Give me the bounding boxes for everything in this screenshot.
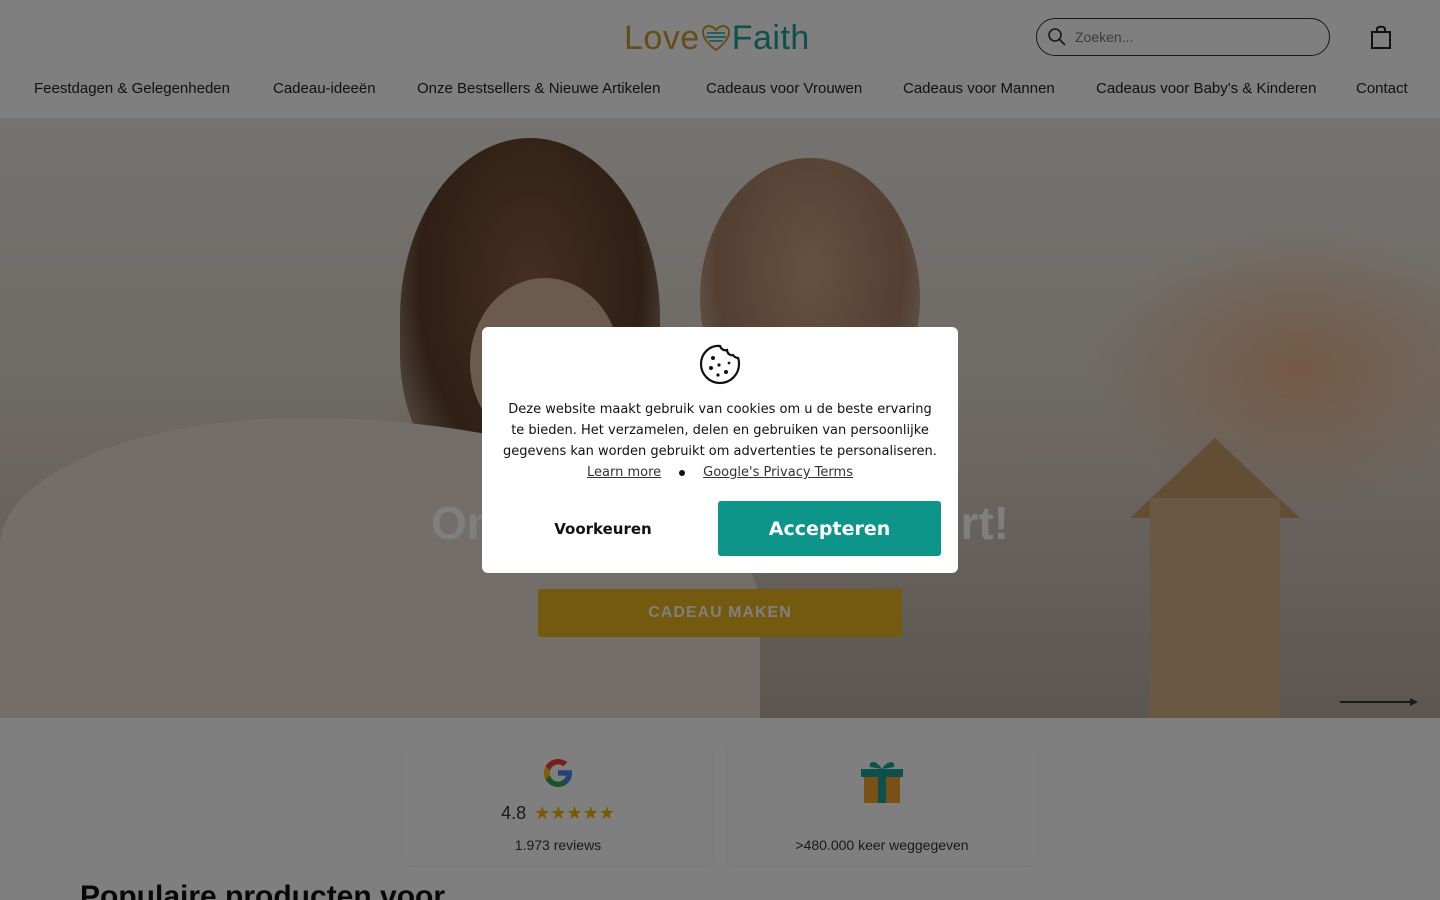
preferences-button[interactable]: Voorkeuren [506, 501, 700, 556]
cookie-links: Learn more Google's Privacy Terms [482, 465, 958, 480]
cookie-consent-dialog: Deze website maakt gebruik van cookies o… [482, 327, 958, 573]
accept-button[interactable]: Accepteren [718, 501, 941, 556]
cookie-icon [699, 344, 741, 385]
separator-dot [679, 469, 686, 476]
learn-more-link[interactable]: Learn more [587, 465, 661, 480]
cookie-message: Deze website maakt gebruik van cookies o… [503, 402, 937, 459]
privacy-terms-link[interactable]: Google's Privacy Terms [703, 465, 853, 480]
